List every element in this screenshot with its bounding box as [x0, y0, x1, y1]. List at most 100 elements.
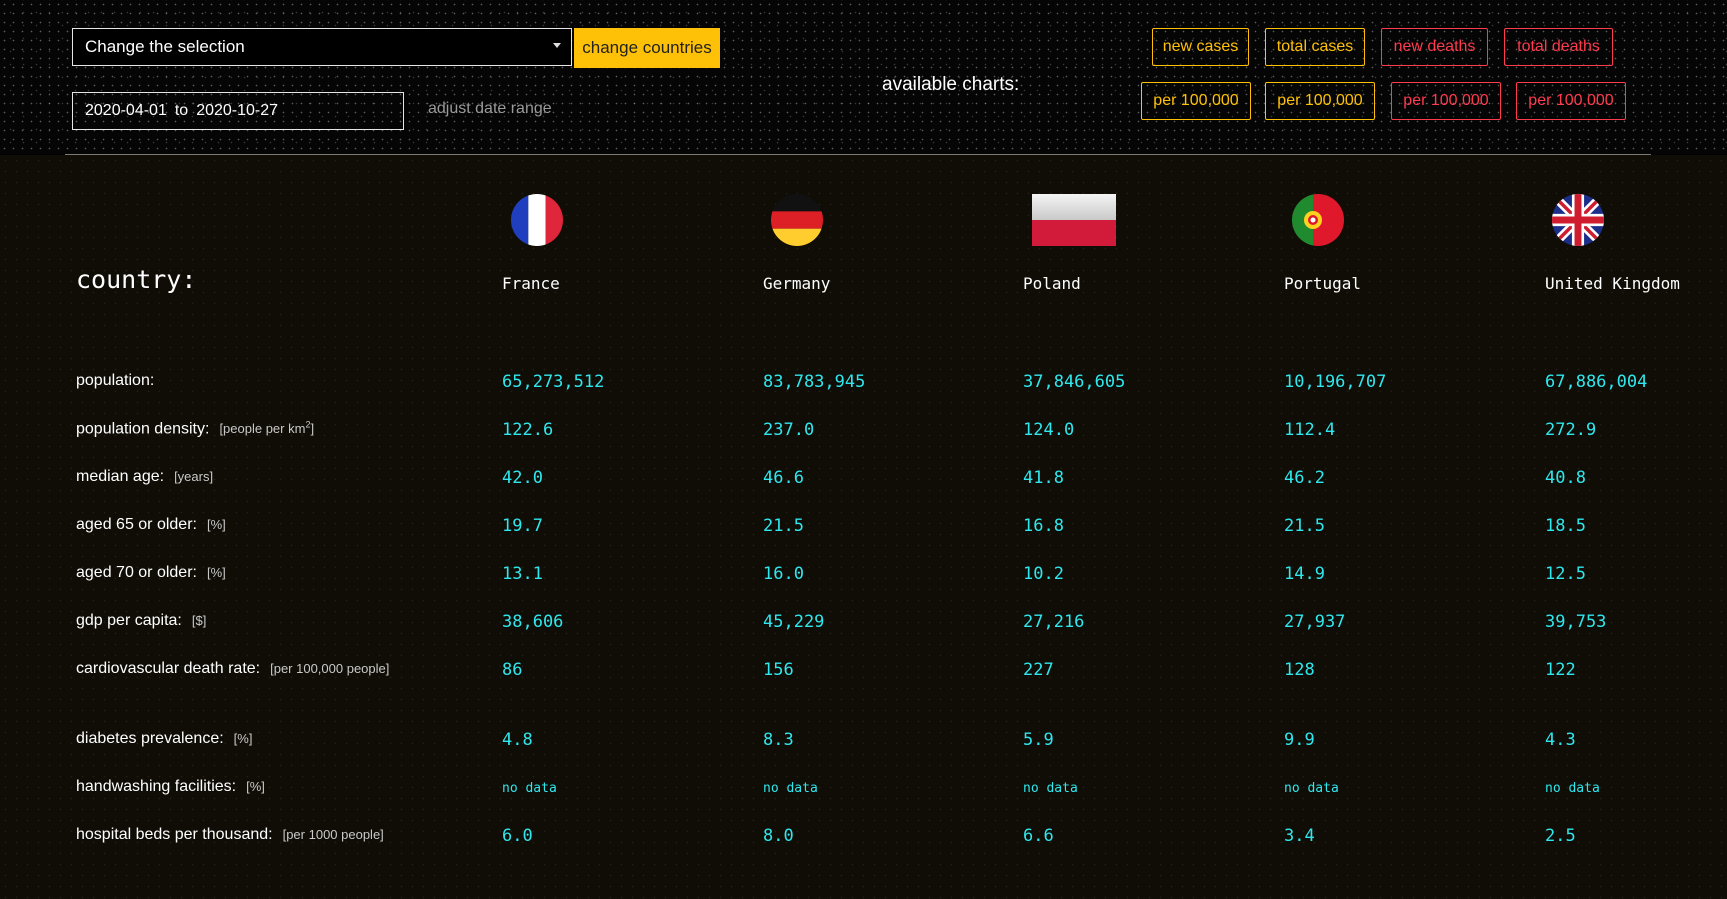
table-cell: 4.3	[1545, 730, 1576, 750]
date-to-word: to	[174, 102, 189, 119]
table-cell: no data	[1023, 781, 1078, 796]
poland-flag-icon	[1032, 194, 1116, 246]
table-cell: 6.0	[502, 826, 533, 846]
table-cell: 128	[1284, 660, 1315, 680]
row-label-hospital-beds: hospital beds per thousand: [per 1000 peo…	[76, 826, 384, 844]
row-label-text: median age:	[76, 468, 165, 485]
row-label-text: aged 70 or older:	[76, 564, 197, 581]
country-name: Poland	[1023, 274, 1081, 293]
row-unit: [%]	[246, 779, 265, 794]
total-deaths-button[interactable]: total deaths	[1504, 28, 1613, 66]
row-unit: [$]	[191, 613, 207, 628]
country-name: Portugal	[1284, 274, 1362, 293]
row-label-text: aged 65 or older:	[76, 516, 197, 533]
table-cell: no data	[763, 781, 818, 796]
table-cell: 12.5	[1545, 564, 1586, 584]
table-cell: 16.8	[1023, 516, 1064, 536]
total-cases-per-100k-button[interactable]: per 100,000	[1265, 82, 1375, 120]
country-name: Germany	[763, 274, 831, 293]
table-cell: 45,229	[763, 612, 825, 632]
table-cell: 122	[1545, 660, 1576, 680]
table-cell: 122.6	[502, 420, 554, 440]
row-label-cardiovascular-death-rate: cardiovascular death rate: [per 100,000 p…	[76, 660, 389, 678]
table-cell: 83,783,945	[763, 372, 866, 392]
row-label-text: population density:	[76, 420, 210, 438]
table-cell: 237.0	[763, 420, 815, 440]
new-deaths-per-100k-button[interactable]: per 100,000	[1391, 82, 1501, 120]
table-cell: 124.0	[1023, 420, 1075, 440]
table-cell: 40.8	[1545, 468, 1586, 488]
row-unit: [%]	[206, 517, 226, 532]
table-cell: 41.8	[1023, 468, 1064, 488]
row-label-text: hospital beds per thousand:	[76, 826, 273, 843]
row-unit: [years]	[174, 469, 214, 484]
row-unit: [%]	[233, 731, 253, 746]
table-cell: 18.5	[1545, 516, 1586, 536]
table-cell: 156	[763, 660, 794, 680]
germany-flag-icon	[771, 194, 823, 246]
row-label-median-age: median age: [years]	[76, 468, 213, 486]
row-label-text: handwashing facilities:	[76, 778, 237, 795]
table-cell: 272.9	[1545, 420, 1597, 440]
row-label-text: cardiovascular death rate:	[76, 660, 261, 677]
table-cell: 37,846,605	[1023, 372, 1126, 392]
total-cases-button[interactable]: total cases	[1265, 28, 1365, 66]
change-countries-button[interactable]: change countries	[574, 28, 720, 68]
table-cell: 8.3	[763, 730, 794, 750]
row-label-gdp-per-capita: gdp per capita: [$]	[76, 612, 206, 630]
table-cell: 112.4	[1284, 420, 1336, 440]
portugal-flag-icon	[1292, 194, 1344, 246]
row-label-diabetes-prevalence: diabetes prevalence: [%]	[76, 730, 252, 748]
table-cell: 10,196,707	[1284, 372, 1387, 392]
table-cell: 9.9	[1284, 730, 1315, 750]
total-deaths-per-100k-button[interactable]: per 100,000	[1516, 82, 1626, 120]
table-cell: no data	[1545, 781, 1600, 796]
row-unit: [people per km2]	[219, 420, 314, 437]
table-cell: 27,937	[1284, 612, 1346, 632]
row-label-population-density: population density: [people per km2]	[76, 420, 314, 438]
country-selection-dropdown[interactable]: Change the selection	[72, 28, 572, 66]
country-header-label: country:	[76, 265, 197, 294]
row-unit: [per 100,000 people]	[270, 661, 390, 676]
table-cell: 13.1	[502, 564, 543, 584]
table-cell: 3.4	[1284, 826, 1315, 846]
table-cell: 8.0	[763, 826, 794, 846]
table-cell: 21.5	[1284, 516, 1325, 536]
dropdown-placeholder: Change the selection	[85, 37, 245, 56]
row-label-text: population:	[76, 372, 155, 389]
table-cell: 67,886,004	[1545, 372, 1648, 392]
table-cell: 86	[502, 660, 523, 680]
new-cases-button[interactable]: new cases	[1152, 28, 1249, 66]
row-unit: [%]	[206, 565, 226, 580]
chevron-down-icon[interactable]	[553, 43, 561, 48]
unit-text: [people per km	[219, 421, 306, 437]
table-cell: 2.5	[1545, 826, 1576, 846]
table-cell: no data	[1284, 781, 1339, 796]
table-cell: 227	[1023, 660, 1054, 680]
table-cell: 19.7	[502, 516, 543, 536]
table-cell: 10.2	[1023, 564, 1064, 584]
row-label-text: diabetes prevalence:	[76, 730, 224, 747]
date-range-input[interactable]: 2020-04-01 to 2020-10-27	[72, 92, 404, 130]
table-cell: 65,273,512	[502, 372, 605, 392]
table-cell: 16.0	[763, 564, 804, 584]
row-label-aged-70: aged 70 or older: [%]	[76, 564, 226, 582]
table-cell: 14.9	[1284, 564, 1325, 584]
table-cell: 39,753	[1545, 612, 1607, 632]
country-comparison-table: country: France Germany Poland Portugal …	[0, 155, 1727, 899]
country-name: France	[502, 274, 560, 293]
table-cell: 5.9	[1023, 730, 1054, 750]
row-label-text: gdp per capita:	[76, 612, 182, 629]
table-cell: no data	[502, 781, 557, 796]
france-flag-icon	[511, 194, 563, 246]
table-cell: 21.5	[763, 516, 804, 536]
row-label-handwashing-facilities: handwashing facilities: [%]	[76, 778, 265, 796]
date-from: 2020-04-01	[85, 102, 167, 119]
new-deaths-button[interactable]: new deaths	[1381, 28, 1488, 66]
available-charts-label: available charts:	[882, 74, 1020, 95]
row-unit: [per 1000 people]	[282, 827, 384, 842]
uk-flag-icon	[1552, 194, 1604, 246]
table-cell: 38,606	[502, 612, 564, 632]
date-to: 2020-10-27	[196, 102, 279, 119]
new-cases-per-100k-button[interactable]: per 100,000	[1141, 82, 1251, 120]
